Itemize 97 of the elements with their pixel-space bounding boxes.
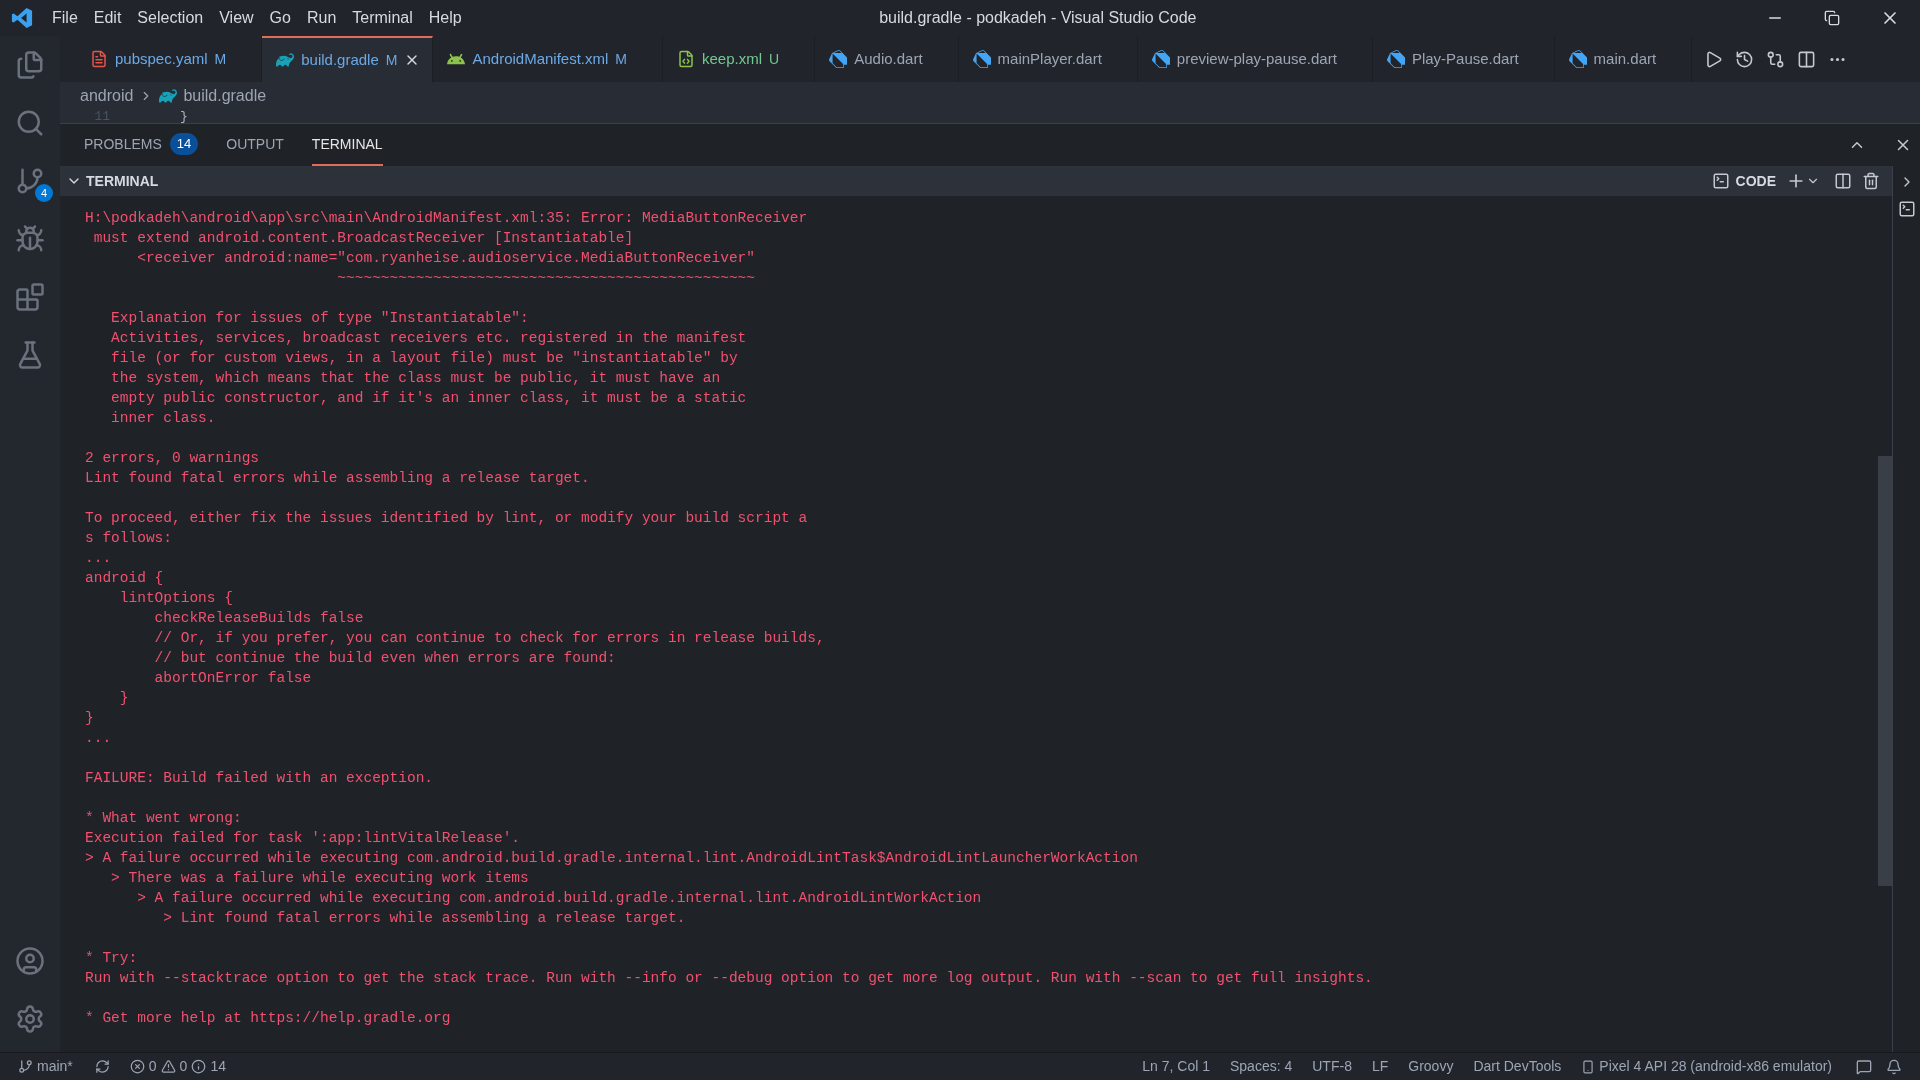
- app-logo-icon: [11, 7, 33, 29]
- terminal-line: checkReleaseBuilds false: [153, 609, 364, 628]
- terminal-line: * Get more help at https://help.gradle.org: [85, 1009, 451, 1028]
- explorer-icon[interactable]: [15, 50, 45, 80]
- terminal-line: Explanation for issues of type "Instantiatable":: [110, 309, 529, 328]
- terminal-line: }: [118, 689, 129, 708]
- run-icon[interactable]: [1704, 49, 1724, 69]
- terminal-line: To proceed, either fix the issues identified by lint, or modify your build script a: [85, 509, 808, 528]
- status-item[interactable]: Groovy: [1398, 1056, 1464, 1077]
- editor-tab[interactable]: build.gradle M: [262, 36, 434, 82]
- menu-item[interactable]: Terminal: [344, 6, 421, 30]
- terminal-line: > Lint found fatal errors while assembling a release target.: [162, 909, 686, 928]
- restore-icon[interactable]: [1824, 10, 1840, 26]
- menu-item[interactable]: Go: [261, 6, 299, 30]
- file-type-icon: [1151, 50, 1170, 68]
- terminal-line: lintOptions {: [118, 589, 233, 608]
- status-item[interactable]: Dart DevTools: [1463, 1056, 1572, 1077]
- terminal-line: Execution failed for task ':app:lintVitalRelease'.: [85, 829, 521, 848]
- file-type-icon: [1386, 50, 1405, 68]
- terminal-line: Run with --stacktrace option to get the stack trace. Run with --info or --debug option to get more log output. Run with --scan to get full insights.: [85, 969, 1373, 988]
- terminal-line: the system, which means that the class must be public, it must have an: [110, 369, 721, 388]
- terminal-icon[interactable]: [1711, 172, 1730, 190]
- split-terminal-icon[interactable]: [1834, 172, 1852, 190]
- terminal-icon[interactable]: [1897, 200, 1916, 218]
- terminal-line: android {: [85, 569, 164, 588]
- terminal-line: H:\podkadeh\android\app\src\main\AndroidManifest.xml:35: Error: MediaButtonReceiver: [85, 209, 808, 228]
- info-icon: [191, 1059, 207, 1074]
- terminal-line: must extend android.content.BroadcastReceiver [Instantiatable]: [92, 229, 634, 248]
- status-item[interactable]: Spaces: 4: [1220, 1056, 1303, 1077]
- compare-icon[interactable]: [1766, 49, 1786, 69]
- menu-item[interactable]: View: [211, 6, 262, 30]
- split-editor-icon[interactable]: [1797, 49, 1817, 69]
- device-selector[interactable]: Pixel 4 API 28 (android-x86 emulator): [1571, 1056, 1842, 1077]
- terminal-line: file (or for custom views, in a layout file) must be "instantiatable" by: [110, 349, 738, 368]
- file-type-icon: [677, 50, 696, 68]
- warning-icon: [160, 1059, 176, 1074]
- terminal-line: empty public constructor, and if it's an inner class, it must be a static: [110, 389, 747, 408]
- branch-icon: [18, 1059, 33, 1074]
- history-icon[interactable]: [1735, 49, 1755, 69]
- terminal-line: inner class.: [110, 409, 216, 428]
- notifications-icon[interactable]: [1886, 1058, 1902, 1075]
- file-type-icon: [159, 87, 178, 105]
- terminal-line: s follows:: [85, 529, 172, 548]
- account-icon[interactable]: [15, 946, 45, 976]
- terminal-profile[interactable]: CODE: [1735, 170, 1776, 192]
- problems-indicator[interactable]: 0 0 14: [121, 1056, 234, 1077]
- terminal-line: ...: [85, 549, 112, 568]
- source-control-icon[interactable]: [15, 166, 45, 196]
- terminal-line: > A failure occurred while executing com.android.build.gradle.internal.lint.AndroidLintWorkAction: [136, 889, 982, 908]
- error-icon: [129, 1059, 145, 1074]
- panel-tab[interactable]: OUTPUT: [226, 124, 284, 166]
- terminal-line: * What went wrong:: [85, 809, 242, 828]
- file-type-icon: [276, 51, 295, 69]
- terminal-line: <receiver android:name="com.ryanheise.audioservice.MediaButtonReceiver": [136, 249, 755, 268]
- terminal-line: // Or, if you prefer, you can continue to check for errors in release builds,: [153, 629, 825, 648]
- terminal-line: ~~~~~~~~~~~~~~~~~~~~~~~~~~~~~~~~~~~~~~~~~~~~~~~~: [336, 269, 755, 288]
- window-title: build.gradle - podkadeh - Visual Studio Code: [879, 9, 1197, 26]
- file-type-icon: [829, 50, 848, 68]
- terminal-line: 2 errors, 0 warnings: [85, 449, 260, 468]
- breadcrumb-item[interactable]: build.gradle: [183, 84, 267, 108]
- notification-badge: 4: [35, 184, 53, 202]
- sync-icon[interactable]: [94, 1059, 110, 1074]
- search-icon[interactable]: [15, 108, 45, 138]
- status-item[interactable]: Ln 7, Col 1: [1132, 1056, 1220, 1077]
- terminal-line: abortOnError false: [153, 669, 312, 688]
- breadcrumb-item[interactable]: android: [80, 84, 134, 108]
- terminal-line: ...: [85, 729, 112, 748]
- terminal-line: Activities, services, broadcast receivers etc. registered in the manifest: [110, 329, 747, 348]
- count-badge: 14: [169, 133, 199, 155]
- delete-terminal-icon[interactable]: [1862, 172, 1880, 190]
- terminal-line: > There was a failure while executing work items: [110, 869, 529, 888]
- settings-icon[interactable]: [15, 1004, 45, 1034]
- terminal-line: * Try:: [85, 949, 138, 968]
- extensions-icon[interactable]: [15, 282, 45, 312]
- panel-tab[interactable]: PROBLEMS 14: [84, 124, 199, 166]
- status-item[interactable]: LF: [1361, 1056, 1399, 1077]
- menu-item[interactable]: Selection: [129, 6, 212, 30]
- terminal-line: // but continue the build even when errors are found:: [153, 649, 616, 668]
- menu-item[interactable]: File: [44, 6, 86, 30]
- feedback-icon[interactable]: [1856, 1058, 1872, 1075]
- file-type-icon: [90, 50, 108, 68]
- menu-item[interactable]: Edit: [85, 6, 130, 30]
- status-item[interactable]: UTF-8: [1302, 1056, 1362, 1077]
- menu-item[interactable]: Run: [298, 6, 345, 30]
- file-type-icon: [972, 50, 991, 68]
- terminal-line: }: [85, 709, 94, 728]
- phone-icon: [1581, 1059, 1596, 1074]
- terminal-line: Lint found fatal errors while assembling a release target.: [85, 469, 590, 488]
- branch-indicator[interactable]: main*: [0, 1056, 83, 1077]
- scrollbar-thumb[interactable]: [1878, 456, 1892, 886]
- menu-item[interactable]: Help: [420, 6, 470, 30]
- code-line: }: [180, 110, 188, 123]
- terminal-line: FAILURE: Build failed with an exception.: [85, 769, 434, 788]
- section-title: TERMINAL: [86, 171, 159, 191]
- terminal-line: > A failure occurred while executing com.android.build.gradle.internal.lint.AndroidLintTask$AndroidLintLauncherWorkAction: [85, 849, 1138, 868]
- run-debug-icon[interactable]: [15, 224, 45, 254]
- file-type-icon: [1568, 50, 1587, 68]
